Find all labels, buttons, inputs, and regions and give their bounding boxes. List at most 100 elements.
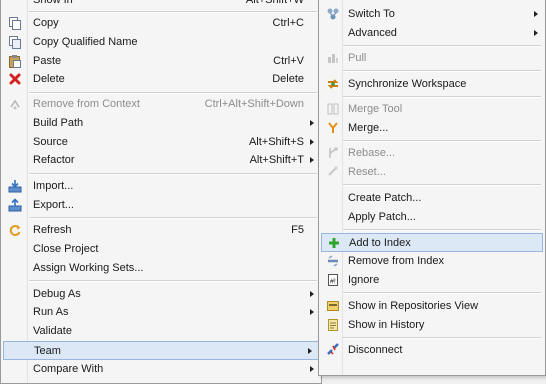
menu-item-label: Refactor [33, 154, 75, 166]
menu-item-label: Merge... [348, 122, 389, 134]
menu-item-remove-from-context[interactable]: Remove from Context Ctrl+Alt+Shift+Down [2, 95, 320, 113]
menu-item-label: Merge Tool [348, 103, 403, 115]
menu-item-shortcut: Alt+Shift+W [245, 0, 304, 6]
menu-separator [29, 173, 317, 175]
merge-tool-icon [326, 102, 340, 116]
rebase-icon [326, 146, 340, 160]
menu-item-team[interactable]: Team [3, 341, 319, 360]
menu-item-label: Team [34, 345, 61, 357]
menu-item-label: Add to Index [349, 237, 411, 249]
menu-item-shortcut: Ctrl+C [272, 17, 304, 29]
reset-icon [326, 165, 340, 179]
copy-qualified-name-icon [8, 35, 22, 49]
menu-item-label: Reset... [348, 166, 386, 178]
menu-item-create-patch[interactable]: Create Patch... [320, 189, 544, 207]
merge-icon [326, 121, 340, 135]
menu-item-paste[interactable]: Paste Ctrl+V [2, 52, 320, 70]
ignore-icon: #! [326, 273, 340, 287]
menu-item-label: Assign Working Sets... [33, 262, 144, 274]
menu-item-label: Switch To [348, 8, 395, 20]
menu-item-run-as[interactable]: Run As [2, 303, 320, 321]
import-icon [8, 179, 22, 193]
menu-item-source[interactable]: Source Alt+Shift+S [2, 133, 320, 151]
menu-item-show-in[interactable]: Show In Alt+Shift+W [2, 0, 320, 9]
menu-item-show-in-history[interactable]: Show in History [320, 316, 544, 334]
menu-item-label: Compare With [33, 363, 104, 375]
synchronize-workspace-icon [326, 77, 340, 91]
submenu-arrow-icon [310, 120, 314, 126]
menu-item-label: Show in History [348, 319, 425, 331]
show-in-repositories-view-icon [326, 299, 340, 313]
menu-item-pull[interactable]: Pull [320, 49, 544, 67]
menu-item-copy-qualified-name[interactable]: Copy Qualified Name [2, 33, 320, 51]
menu-item-shortcut: F5 [291, 224, 304, 236]
menu-item-label: Refresh [33, 224, 72, 236]
menu-separator [343, 337, 541, 339]
menu-item-assign-working-sets[interactable]: Assign Working Sets... [2, 259, 320, 277]
menu-item-label: Delete [33, 73, 65, 85]
menu-item-copy[interactable]: Copy Ctrl+C [2, 14, 320, 32]
menu-item-merge-tool[interactable]: Merge Tool [320, 100, 544, 118]
menu-item-label: Export... [33, 199, 74, 211]
menu-item-disconnect[interactable]: Disconnect [320, 341, 544, 359]
menu-item-refresh[interactable]: Refresh F5 [2, 221, 320, 239]
menu-item-import[interactable]: Import... [2, 177, 320, 195]
menu-separator [343, 96, 541, 98]
show-in-history-icon [326, 318, 340, 332]
menu-item-build-path[interactable]: Build Path [2, 114, 320, 132]
menu-item-rebase[interactable]: Rebase... [320, 144, 544, 162]
menu-item-reset[interactable]: Reset... [320, 163, 544, 181]
menu-item-switch-to[interactable]: Switch To [320, 5, 544, 23]
menu-item-debug-as[interactable]: Debug As [2, 285, 320, 303]
menu-item-label: Synchronize Workspace [348, 78, 467, 90]
menu-item-delete[interactable]: Delete Delete [2, 70, 320, 88]
menu-item-apply-patch[interactable]: Apply Patch... [320, 208, 544, 226]
menu-item-label: Disconnect [348, 344, 403, 356]
menu-item-synchronize-workspace[interactable]: Synchronize Workspace [320, 75, 544, 93]
menu-item-add-to-index[interactable]: Add to Index [321, 233, 543, 252]
menu-item-remove-from-index[interactable]: Remove from Index [320, 252, 544, 270]
menu-separator [343, 229, 541, 231]
menu-item-label: Copy [33, 17, 59, 29]
menu-item-label: Ignore [348, 274, 380, 286]
menu-item-validate[interactable]: Validate [2, 322, 320, 340]
menu-item-advanced[interactable]: Advanced [320, 24, 544, 42]
menu-item-label: Pull [348, 52, 367, 64]
menu-item-export[interactable]: Export... [2, 196, 320, 214]
menu-item-close-project[interactable]: Close Project [2, 240, 320, 258]
export-icon [8, 198, 22, 212]
menu-separator [343, 70, 541, 72]
menu-separator [29, 217, 317, 219]
menu-separator [29, 11, 317, 13]
menu-item-label: Debug As [33, 288, 81, 300]
paste-icon [8, 54, 22, 68]
menu-item-label: Create Patch... [348, 192, 422, 204]
team-submenu: Switch To Advanced Pull Synchronize Work… [318, 0, 546, 376]
menu-item-label: Run As [33, 306, 69, 318]
menu-item-ignore[interactable]: #! Ignore [320, 271, 544, 289]
menu-separator [343, 140, 541, 142]
menu-item-label: Show In [33, 0, 73, 6]
remove-from-index-icon [326, 254, 340, 268]
submenu-arrow-icon [310, 139, 314, 145]
menu-item-label: Validate [33, 325, 72, 337]
menu-item-shortcut: Alt+Shift+T [249, 154, 304, 166]
submenu-arrow-icon [534, 30, 538, 36]
menu-separator [343, 292, 541, 294]
menu-item-shortcut: Alt+Shift+S [248, 136, 304, 148]
switch-to-icon [326, 7, 340, 21]
submenu-arrow-icon [310, 157, 314, 163]
menu-item-shortcut: Delete [272, 73, 304, 85]
menu-item-merge[interactable]: Merge... [320, 119, 544, 137]
menu-item-show-in-repositories-view[interactable]: Show in Repositories View [320, 297, 544, 315]
menu-item-refactor[interactable]: Refactor Alt+Shift+T [2, 151, 320, 169]
submenu-arrow-icon [310, 309, 314, 315]
disconnect-icon [326, 343, 340, 357]
menu-item-compare-with[interactable]: Compare With [2, 360, 320, 378]
menu-item-label: Rebase... [348, 147, 396, 159]
remove-from-context-icon [8, 97, 22, 111]
menu-item-label: Apply Patch... [348, 211, 416, 223]
menu-item-label: Paste [33, 55, 62, 67]
menu-item-label: Build Path [33, 117, 84, 129]
menu-separator [343, 45, 541, 47]
